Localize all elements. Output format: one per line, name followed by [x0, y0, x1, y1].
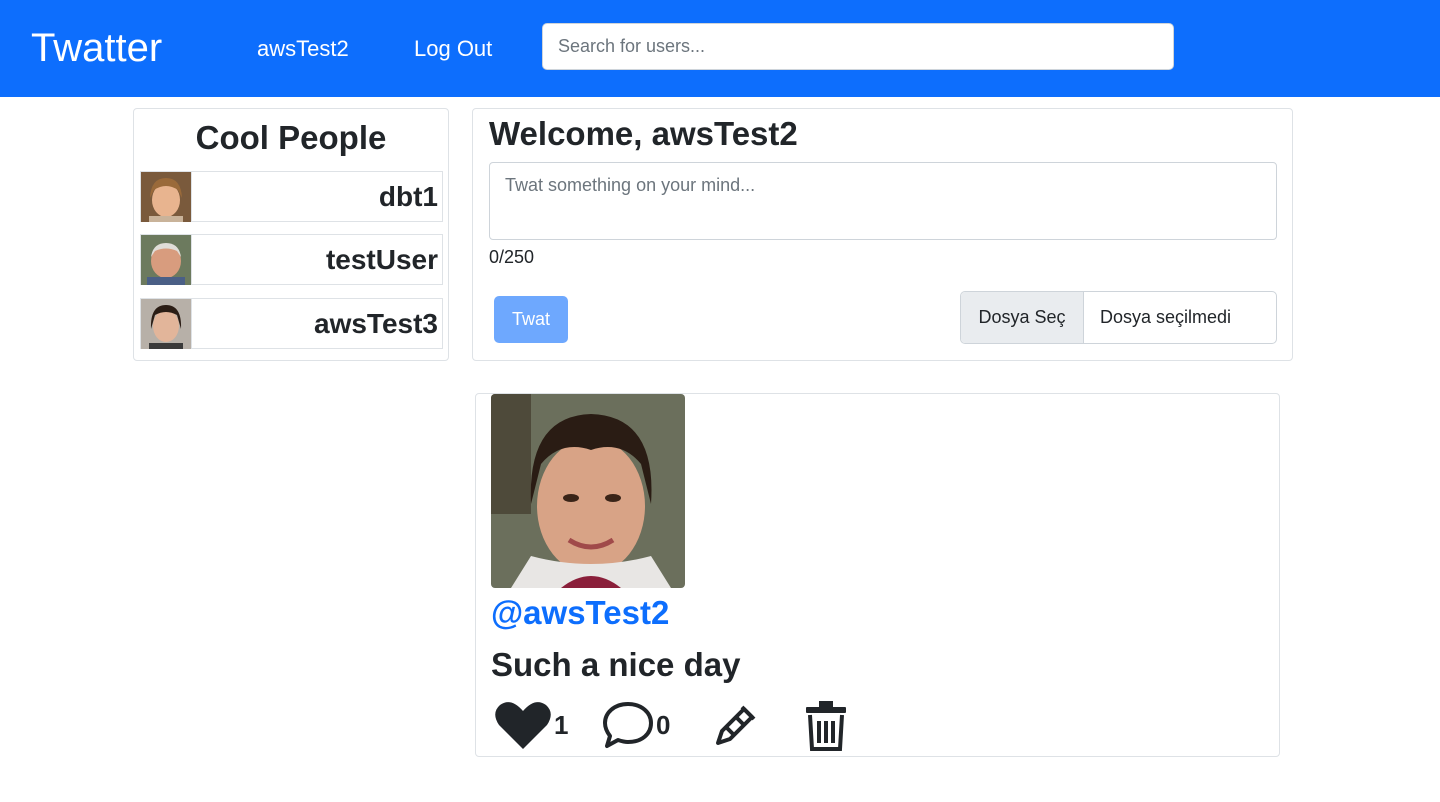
logout-link[interactable]: Log Out — [414, 36, 492, 62]
post-author-photo[interactable] — [491, 394, 685, 588]
twat-submit-button[interactable]: Twat — [494, 296, 568, 343]
delete-action[interactable] — [804, 697, 848, 753]
heart-icon[interactable] — [494, 699, 552, 751]
composer-card: Welcome, awsTest2 0/250 Twat Dosya Seç D… — [472, 108, 1293, 361]
character-counter: 0/250 — [489, 247, 535, 267]
post-text: Such a nice day — [491, 646, 741, 683]
cool-people-title: Cool People — [195, 119, 387, 156]
person-name: dbt1 — [378, 180, 438, 212]
nav-profile-link[interactable]: awsTest2 — [257, 36, 349, 62]
like-action[interactable]: 1 — [494, 697, 568, 753]
speech-bubble-icon[interactable] — [602, 700, 654, 750]
pen-icon[interactable] — [712, 701, 760, 749]
brand-logo[interactable]: Twatter — [31, 25, 162, 71]
choose-file-button[interactable]: Dosya Seç — [961, 292, 1084, 343]
avatar — [141, 298, 192, 349]
person-item[interactable]: awsTest3 — [140, 298, 443, 349]
twat-textarea[interactable] — [489, 162, 1277, 240]
file-status-text: Dosya seçilmedi — [1100, 307, 1232, 327]
comment-count: 0 — [656, 709, 671, 740]
person-name: testUser — [325, 243, 438, 275]
navbar: Twatter awsTest2 Log Out — [0, 0, 1440, 97]
trash-icon[interactable] — [804, 699, 848, 751]
person-item[interactable]: dbt1 — [140, 171, 443, 222]
file-input[interactable]: Dosya Seç Dosya seçilmedi — [960, 291, 1277, 344]
person-item[interactable]: testUser — [140, 234, 443, 285]
post-card: @awsTest2 Such a nice day 1 0 — [475, 393, 1280, 757]
welcome-heading: Welcome, awsTest2 — [489, 115, 798, 152]
edit-action[interactable] — [712, 697, 760, 753]
comment-action[interactable]: 0 — [602, 697, 670, 753]
cool-people-card: Cool People dbt1 testUser awsTest3 — [133, 108, 449, 361]
like-count: 1 — [554, 709, 569, 740]
post-author-handle[interactable]: @awsTest2 — [491, 594, 669, 632]
user-search-input[interactable] — [542, 23, 1174, 70]
avatar — [141, 171, 192, 222]
person-name: awsTest3 — [314, 307, 438, 339]
avatar — [141, 234, 192, 285]
